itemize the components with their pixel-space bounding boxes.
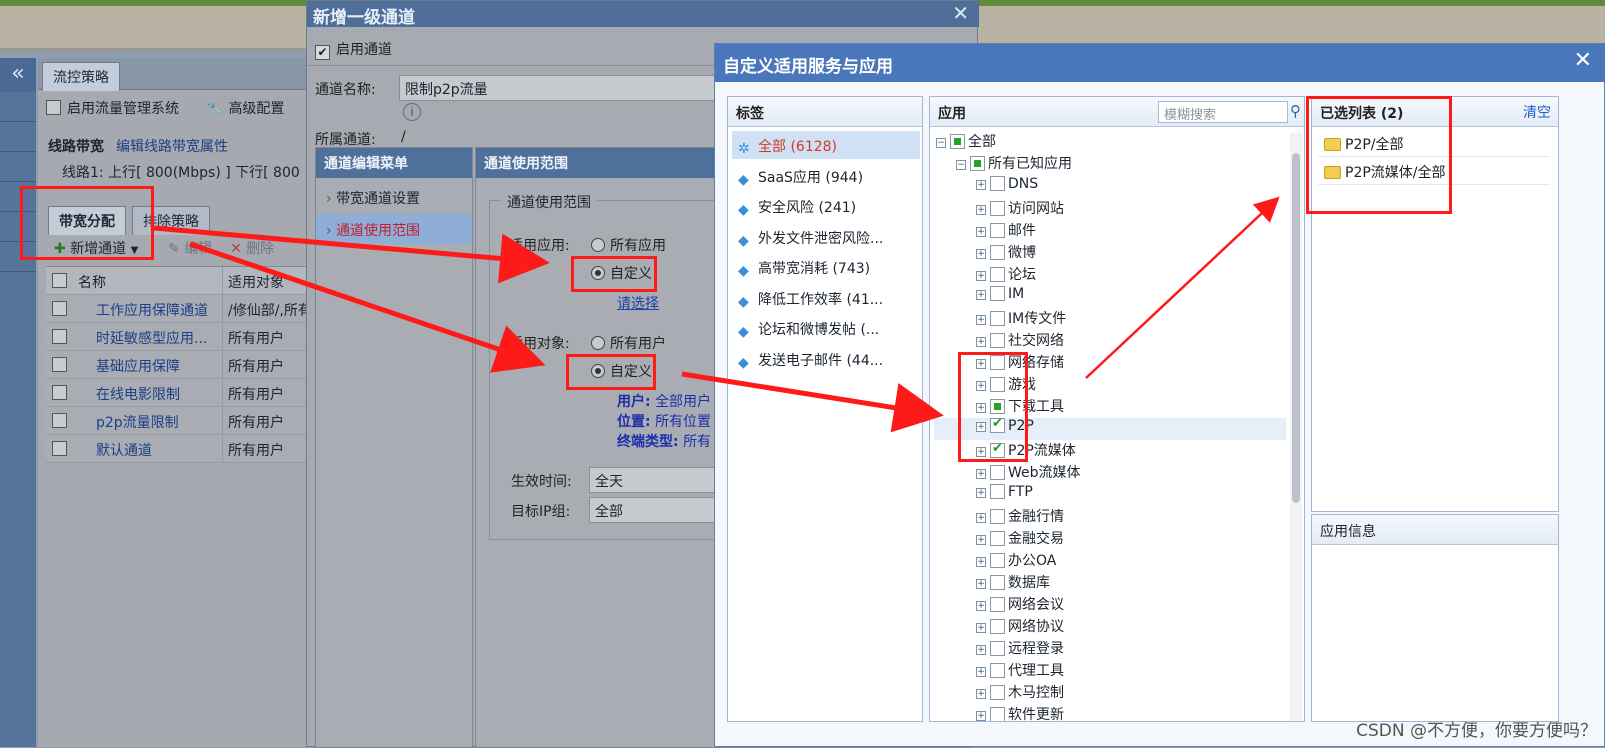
annotation-arrows: [153, 196, 1280, 433]
watermark: CSDN @不方便，你要方便吗？: [1356, 721, 1597, 741]
arrow-to-obj-custom: [189, 241, 546, 373]
arrow-to-p2p: [681, 371, 944, 433]
arrow-to-app-custom: [153, 225, 550, 284]
arrow-to-selected: [1085, 196, 1280, 379]
